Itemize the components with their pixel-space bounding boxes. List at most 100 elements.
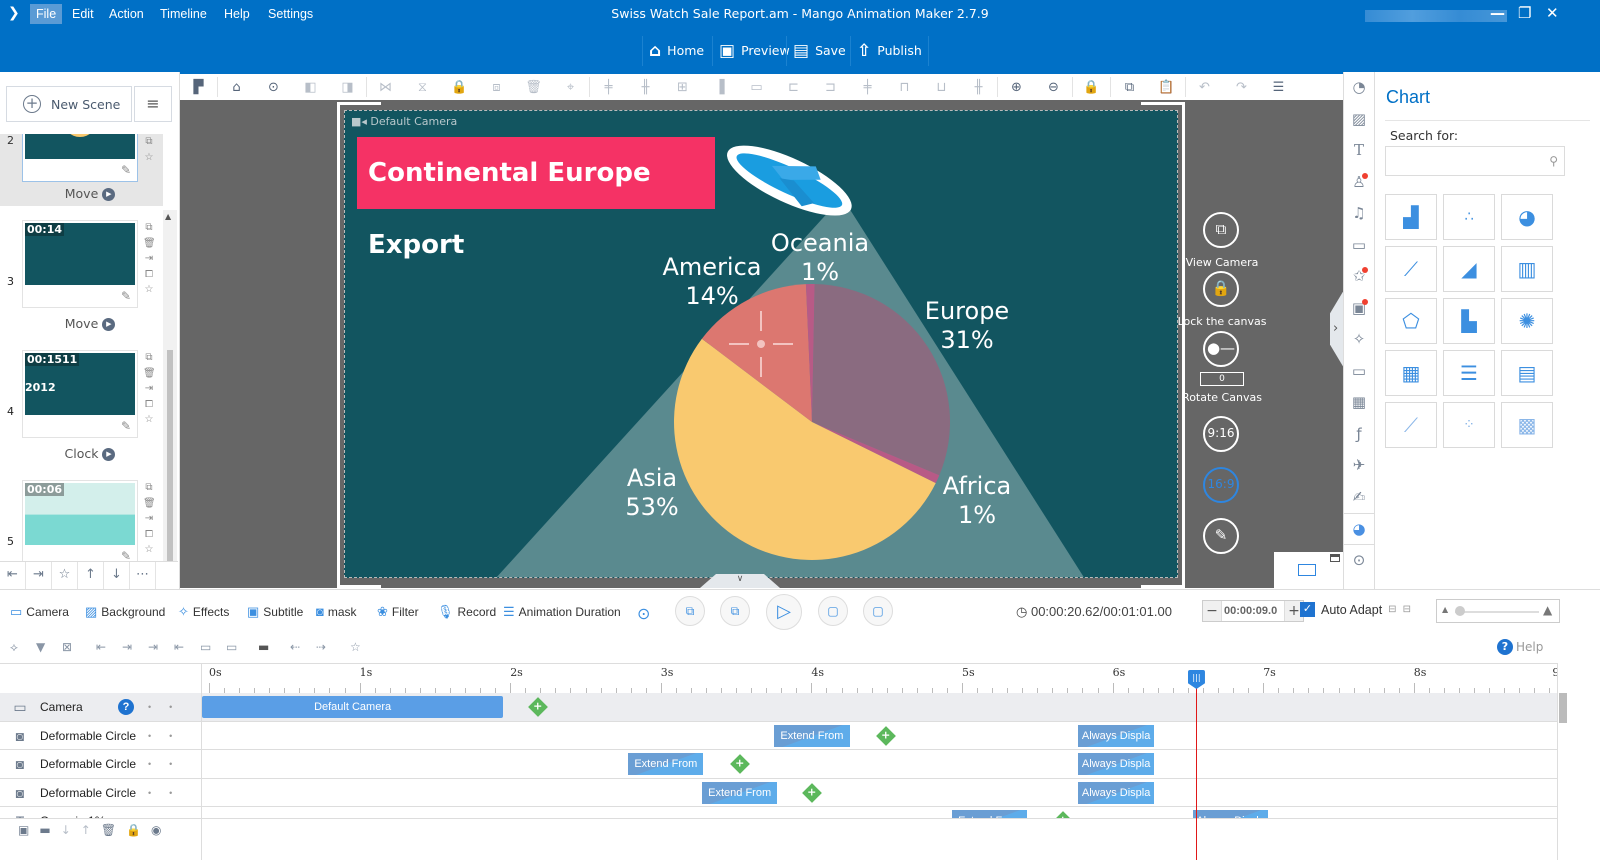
favorite-icon[interactable]: ☆ — [143, 282, 155, 298]
animation-clip[interactable]: Extend From — [951, 810, 1028, 818]
area-chart-icon[interactable]: ◢ — [1443, 246, 1495, 292]
play-button[interactable]: ▷ — [766, 594, 802, 630]
more-icon[interactable]: ⊙ — [1344, 545, 1374, 577]
scene-canvas[interactable]: ■◂ Default Camera Continental Europe Exp… — [344, 110, 1178, 578]
horizontal-bar-chart-icon[interactable]: ☰ — [1443, 350, 1495, 396]
track-toggles[interactable]: •• — [148, 788, 190, 798]
edit-icon[interactable]: ✎ — [121, 419, 131, 433]
stretch-icon[interactable]: ▭ — [200, 640, 211, 654]
combo-chart-icon[interactable]: ▙ — [1443, 298, 1495, 344]
align-center-icon[interactable]: ╪ — [849, 80, 886, 95]
scene-thumbnail[interactable]: 00:06 ✎ — [22, 480, 138, 568]
filter-button[interactable]: ❀ Filter — [377, 604, 419, 620]
chart-icon[interactable]: ◕ — [1344, 513, 1374, 545]
fit-icon[interactable]: ⊞ — [664, 80, 701, 95]
duration-input[interactable] — [1221, 601, 1285, 621]
track-name[interactable]: ▭ Camera? •• — [0, 693, 202, 721]
delete-icon[interactable]: 🗑 — [101, 823, 116, 860]
pie-chart-svg[interactable] — [345, 111, 1178, 578]
star-icon[interactable]: ☆ — [350, 640, 361, 654]
record-button[interactable]: 🎙 Record — [437, 604, 496, 620]
effects-button[interactable]: ✧ Effects — [178, 604, 229, 620]
export-icon[interactable]: ⇥ — [26, 562, 52, 590]
bring-forward-icon[interactable]: ◧ — [292, 80, 329, 95]
duplicate-icon[interactable]: ⧠ — [143, 267, 155, 283]
subtitle-button[interactable]: ▣ Subtitle — [247, 604, 303, 620]
animation-clip[interactable]: Extend From — [628, 753, 704, 775]
redo-icon[interactable]: ↷ — [1223, 80, 1260, 95]
undo-icon[interactable]: ↶ — [1186, 80, 1223, 95]
airplane-icon[interactable]: ✈ — [1344, 450, 1374, 482]
distribute-vertical-icon[interactable]: ╪ — [590, 80, 627, 95]
text-icon[interactable]: T — [1344, 135, 1374, 167]
timeline-zoom-slider[interactable]: ▲ ▲ — [1436, 599, 1560, 623]
import-icon[interactable]: ⇤ — [0, 562, 26, 590]
copy-icon[interactable]: ⧉ — [143, 480, 155, 496]
flip-vertical-icon[interactable]: ⧖ — [404, 80, 441, 95]
align-left-icon[interactable]: ⇤ — [96, 640, 106, 654]
paste-icon[interactable]: 📋 — [1148, 80, 1185, 95]
scene-transition[interactable]: Move ▶ — [0, 186, 163, 201]
shift-left-icon[interactable]: ⇠ — [290, 640, 300, 654]
delete-icon[interactable]: 🗑 — [143, 496, 156, 512]
ruler-icon[interactable]: ▛ — [180, 80, 217, 95]
sticker-icon[interactable]: ✩ — [1344, 261, 1374, 293]
duplicate-icon[interactable]: ⧠ — [143, 397, 155, 413]
copy-icon[interactable]: ⧉ — [143, 134, 155, 150]
align-left-icon[interactable]: ⊏ — [775, 80, 812, 95]
lock-position-icon[interactable]: ⌖ — [552, 80, 589, 95]
animation-clip[interactable]: Always Displa — [1078, 724, 1154, 747]
timeline-track[interactable]: ◙ Deformable Circle •• Extend From Always Di… — [0, 721, 1557, 750]
shapes-icon[interactable]: ◔ — [1344, 72, 1374, 104]
add-animation-button[interactable]: + — [1053, 811, 1074, 818]
auto-adapt-toggle[interactable]: ✓ Auto Adapt ⊟ ⊟ — [1300, 602, 1411, 617]
ratio-9-16-button[interactable]: 9:16 — [1203, 416, 1239, 452]
align-start-icon[interactable]: ⇤ — [174, 640, 184, 654]
timeline-track[interactable]: ◙ Deformable Circle •• Extend From Always Di… — [0, 778, 1557, 807]
same-size-icon[interactable]: ▭ — [738, 80, 775, 95]
add-animation-button[interactable]: + — [875, 725, 896, 746]
animation-clip[interactable]: Always Displa — [1078, 753, 1154, 775]
duration-stepper[interactable]: − + — [1202, 600, 1304, 622]
restore-button[interactable]: ❐ — [1518, 4, 1531, 22]
edit-canvas-button[interactable]: ✎ — [1203, 518, 1239, 554]
lock-icon[interactable]: 🔒 — [441, 80, 478, 95]
timeline-ruler[interactable]: 0s1s2s3s4s5s6s7s8s9s — [202, 663, 1557, 693]
align-bottom-icon[interactable]: ⊔ — [923, 80, 960, 95]
export-icon[interactable]: ⇥ — [143, 511, 155, 527]
table-chart-icon[interactable]: ▦ — [1385, 350, 1437, 396]
align-end-icon[interactable]: ⇥ — [148, 640, 158, 654]
add-layer-icon[interactable]: ▣ — [18, 823, 29, 860]
help-icon[interactable]: ? — [118, 699, 134, 715]
speech-bubble-icon[interactable]: ▭ — [1344, 230, 1374, 262]
maximize-icon[interactable] — [1330, 554, 1340, 562]
track-toggles[interactable]: •• — [148, 759, 190, 769]
rotate-value-input[interactable]: 0 — [1200, 372, 1244, 386]
actual-size-timeline-icon[interactable]: ⊟ — [1403, 604, 1411, 615]
previous-button[interactable]: ⧉ — [720, 596, 750, 626]
copy-icon[interactable]: ⧉ — [1111, 80, 1148, 95]
edit-icon[interactable]: ✎ — [121, 163, 131, 177]
dot-plot-chart-icon[interactable]: ⁘ — [1443, 402, 1495, 448]
folder-icon[interactable]: ▬ — [39, 823, 50, 860]
scene-thumbnail[interactable]: ✎ — [22, 134, 138, 182]
animation-clip[interactable]: Always Displa — [1078, 781, 1154, 804]
line-chart-icon[interactable]: ⟋ — [1385, 246, 1437, 292]
add-animation-button[interactable]: + — [527, 697, 548, 717]
view-camera-button[interactable]: ⧉ — [1203, 212, 1239, 248]
move-up-icon[interactable]: ↑ — [81, 823, 91, 860]
skip-to-start-button[interactable]: ⧉ — [675, 596, 705, 626]
export-icon[interactable]: ⇥ — [143, 381, 155, 397]
lock-icon[interactable]: 🔒 — [126, 823, 141, 860]
timeline-track[interactable]: ◙ Deformable Circle •• Extend From Always Di… — [0, 750, 1557, 779]
pie-chart-icon[interactable]: ◕ — [1501, 194, 1553, 240]
visibility-icon[interactable]: ◉ — [151, 823, 161, 860]
radial-chart-icon[interactable]: ✺ — [1501, 298, 1553, 344]
more-button[interactable]: ⊙ — [637, 604, 650, 624]
more-icon[interactable]: ⋯ — [130, 562, 156, 590]
move-down-icon[interactable]: ↓ — [61, 823, 71, 860]
shift-right-icon[interactable]: ⇢ — [316, 640, 326, 654]
mini-preview[interactable] — [1274, 552, 1343, 588]
home-icon[interactable]: ⌂ — [218, 80, 255, 95]
scene-item[interactable]: 3 00:14 ✎ ⧉ 🗑 ⇥ ⧠ ☆ Move ▶ — [0, 220, 163, 350]
